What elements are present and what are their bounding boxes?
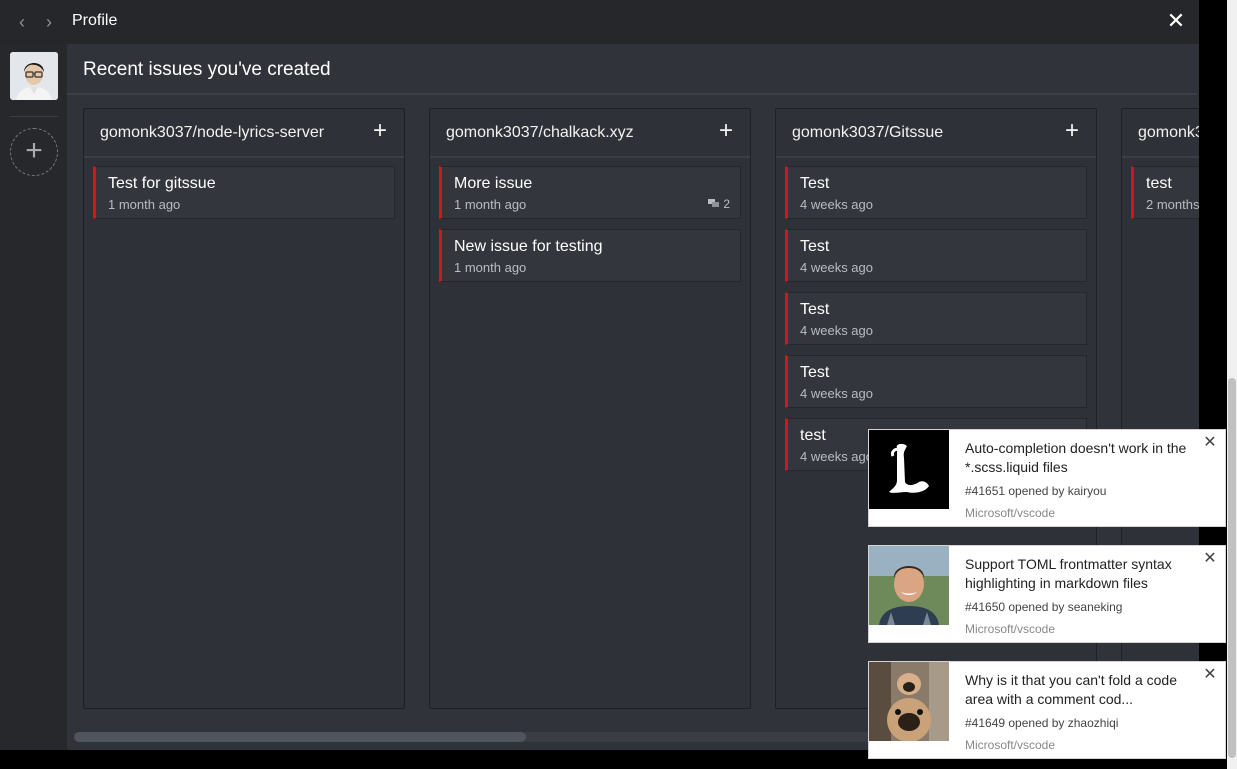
issue-title: Test [800,301,830,318]
issue-time: 4 weeks ago [800,197,873,212]
add-issue-icon[interactable]: + [716,119,736,143]
horizontal-scroll-thumb[interactable] [74,732,526,742]
notification-repo: Microsoft/vscode [965,738,1056,752]
user-avatar-image [869,546,949,625]
repo-name[interactable]: gomonk3 [1138,124,1199,142]
horizontal-scrollbar[interactable] [74,732,874,742]
column-header: gomonk3 + [1122,109,1199,158]
title-divider [67,93,1197,95]
issue-title: Test for gitssue [108,175,216,192]
comment-count: 2 [708,197,730,211]
notification-title: Support TOML frontmatter syntax highligh… [965,556,1172,591]
repo-name[interactable]: gomonk3037/chalkack.xyz [446,124,634,142]
close-icon[interactable]: ✕ [1203,667,1217,683]
close-icon[interactable]: ✕ [1203,551,1217,567]
issue-time: 1 month ago [454,197,527,212]
issue-title: Test [800,364,830,381]
back-arrow-icon[interactable]: ‹ [13,12,31,32]
issue-time: 4 weeks ago [800,386,873,401]
column-header: gomonk3037/chalkack.xyz + [430,109,750,158]
issue-list: test 2 months [1131,166,1199,229]
notification-meta: #41649 opened by zhaozhiqi [965,716,1119,730]
issue-title: test [1146,175,1172,192]
issue-time: 4 weeks ago [800,260,873,275]
issue-card[interactable]: test 2 months [1131,166,1199,219]
main-panel: Recent issues you've created gomonk3037/… [67,44,1199,750]
notification-repo: Microsoft/vscode [965,506,1056,520]
window-title: Profile [72,12,118,29]
notification-meta: #41650 opened by seaneking [965,600,1123,614]
close-icon[interactable]: ✕ [1166,10,1186,32]
notification-toast[interactable]: Support TOML frontmatter syntax highligh… [868,545,1226,643]
issue-time: 2 months [1146,197,1199,212]
column-header: gomonk3037/Gitssue + [776,109,1096,158]
user-avatar-image [869,662,949,741]
user-avatar-image [869,430,949,509]
account-sidebar: + [0,44,67,750]
notification-toast[interactable]: Auto-completion doesn't work in the *.sc… [868,429,1226,527]
issue-card[interactable]: New issue for testing 1 month ago [439,229,741,282]
forward-arrow-icon[interactable]: › [40,12,58,32]
notification-title: Why is it that you can't fold a code are… [965,672,1178,707]
title-bar: ‹ › Profile ✕ [0,0,1199,44]
issue-list: More issue 1 month ago 2 New issue for t… [439,166,741,292]
issue-title: Test [800,175,830,192]
issue-time: 1 month ago [454,260,527,275]
issue-card[interactable]: Test 4 weeks ago [785,166,1087,219]
notification-meta: #41651 opened by kairyou [965,484,1107,498]
repo-name[interactable]: gomonk3037/node-lyrics-server [100,124,324,142]
issue-card[interactable]: Test for gitssue 1 month ago [93,166,395,219]
issue-title: New issue for testing [454,238,603,255]
add-issue-icon[interactable]: + [1062,119,1082,143]
issue-time: 4 weeks ago [800,449,873,464]
issue-title: test [800,427,826,444]
issue-card[interactable]: Test 4 weeks ago [785,229,1087,282]
issue-title: More issue [454,175,533,192]
repo-column: gomonk3037/node-lyrics-server + Test for… [83,108,405,709]
comment-icon [708,199,720,209]
add-account-icon[interactable]: + [10,128,58,176]
comment-count-value: 2 [723,197,730,211]
notification-repo: Microsoft/vscode [965,622,1056,636]
issue-time: 1 month ago [108,197,181,212]
notification-title: Auto-completion doesn't work in the *.sc… [965,440,1187,475]
issue-card[interactable]: Test 4 weeks ago [785,292,1087,345]
repo-name[interactable]: gomonk3037/Gitssue [792,124,943,142]
vertical-scroll-thumb[interactable] [1228,378,1236,758]
issue-time: 4 weeks ago [800,323,873,338]
repo-column: gomonk3037/chalkack.xyz + More issue 1 m… [429,108,751,709]
issue-card[interactable]: Test 4 weeks ago [785,355,1087,408]
issue-card[interactable]: More issue 1 month ago 2 [439,166,741,219]
issue-list: Test for gitssue 1 month ago [93,166,395,229]
notification-toast[interactable]: Why is it that you can't fold a code are… [868,661,1226,759]
issue-title: Test [800,238,830,255]
column-header: gomonk3037/node-lyrics-server + [84,109,404,158]
page-title: Recent issues you've created [83,59,331,80]
close-icon[interactable]: ✕ [1203,435,1217,451]
avatar[interactable] [10,52,58,100]
add-issue-icon[interactable]: + [370,119,390,143]
sidebar-divider [10,116,58,117]
